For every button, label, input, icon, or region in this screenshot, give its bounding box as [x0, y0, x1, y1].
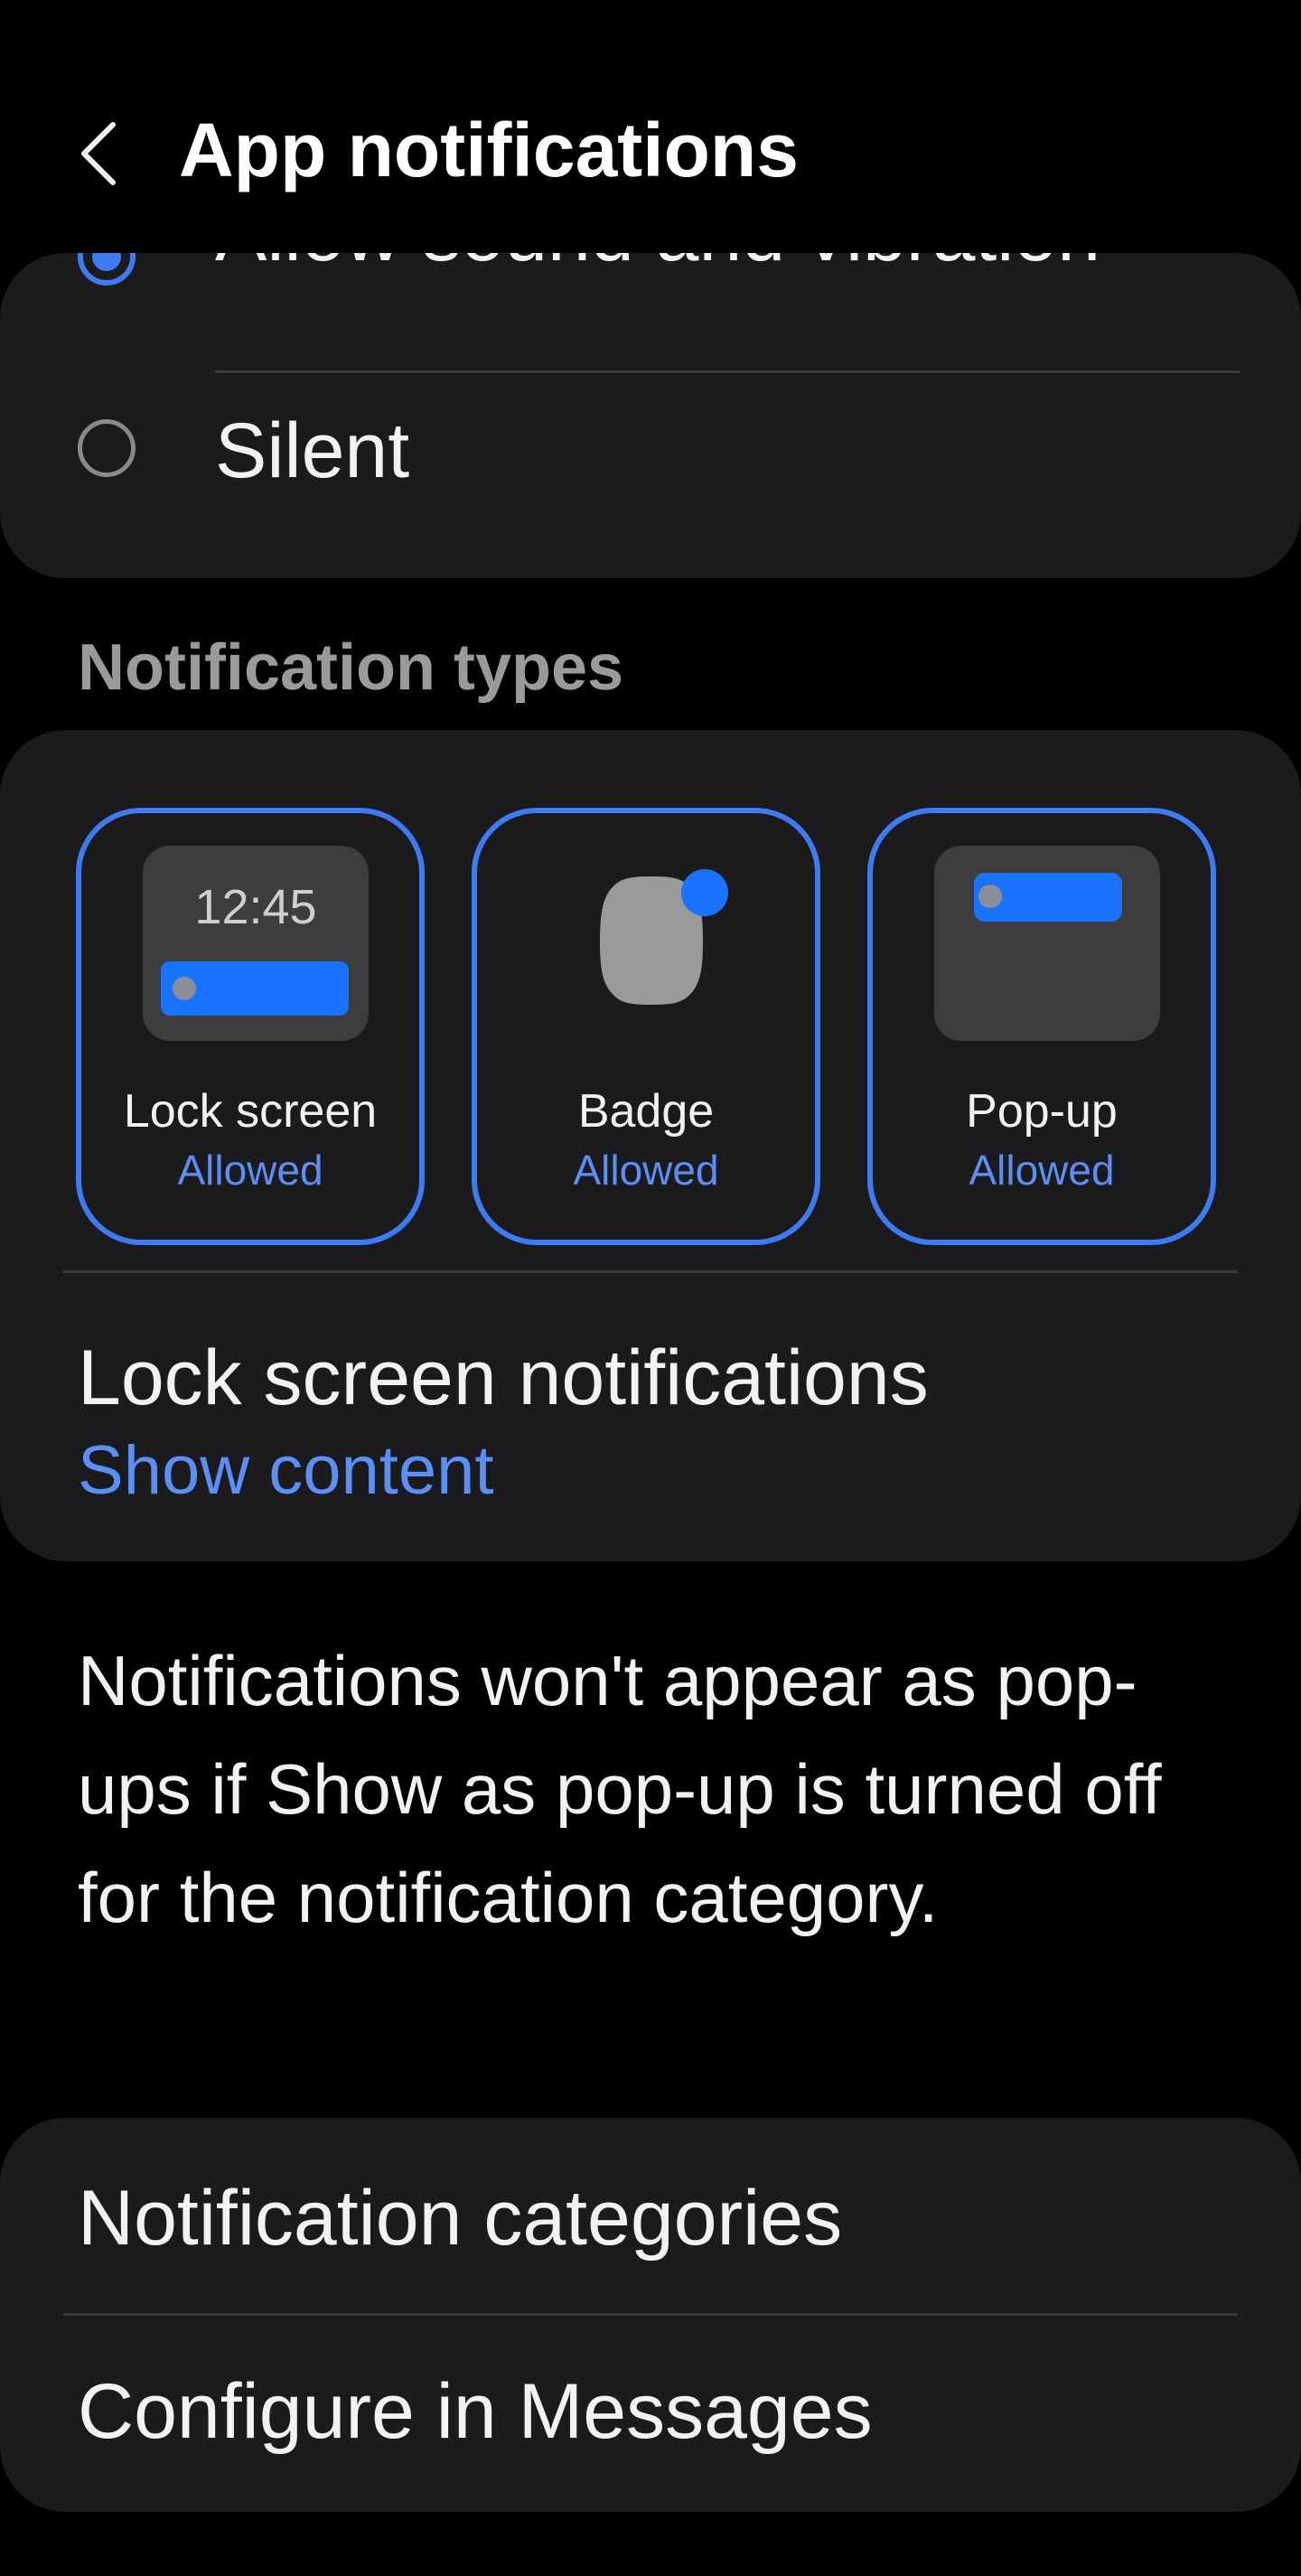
- tile-badge-status: Allowed: [573, 1147, 719, 1194]
- chevron-left-icon: [81, 122, 116, 185]
- lock-screen-notifications-value: Show content: [78, 1432, 494, 1509]
- illustration-clock: 12:45: [194, 880, 316, 934]
- pop-up-illustration-icon: [934, 846, 1160, 1041]
- silent-label: Silent: [215, 407, 410, 494]
- lock-screen-notifications-title: Lock screen notifications: [78, 1335, 929, 1421]
- notification-categories-row[interactable]: Notification categories: [0, 2118, 1301, 2313]
- tile-lock-screen-title: Lock screen: [123, 1085, 378, 1138]
- notification-types-card: 12:45 Lock screen Allowed Badge Allowed …: [0, 730, 1301, 1561]
- app-bar: App notifications: [0, 0, 1301, 253]
- back-button[interactable]: [61, 108, 134, 199]
- page-title: App notifications: [179, 108, 799, 192]
- configure-in-messages-label: Configure in Messages: [78, 2368, 873, 2455]
- divider: [63, 2313, 1238, 2316]
- lock-screen-illustration-icon: 12:45: [143, 846, 369, 1041]
- silent-option[interactable]: Silent: [0, 374, 1301, 555]
- configure-in-messages-row[interactable]: Configure in Messages: [0, 2317, 1301, 2512]
- notification-categories-label: Notification categories: [78, 2175, 843, 2262]
- sound-options-card: Allow sound and vibration Silent: [0, 191, 1301, 578]
- tile-lock-screen[interactable]: 12:45 Lock screen Allowed: [76, 808, 425, 1245]
- info-text: Notifications won't appear as pop-ups if…: [78, 1641, 1162, 1937]
- divider: [215, 370, 1240, 373]
- tile-lock-screen-status: Allowed: [177, 1147, 323, 1194]
- radio-unselected-icon[interactable]: [78, 419, 136, 477]
- section-header-notification-types: Notification types: [78, 632, 624, 704]
- lock-screen-notifications-row[interactable]: Lock screen notifications Show content: [0, 1272, 1301, 1543]
- tile-badge[interactable]: Badge Allowed: [472, 808, 820, 1245]
- more-settings-card: Notification categories Configure in Mes…: [0, 2118, 1301, 2512]
- badge-illustration-icon: [600, 869, 728, 1005]
- tile-badge-title: Badge: [577, 1085, 715, 1138]
- tile-pop-up-title: Pop-up: [966, 1085, 1118, 1138]
- tile-pop-up-status: Allowed: [969, 1147, 1115, 1194]
- tile-pop-up[interactable]: Pop-up Allowed: [867, 808, 1216, 1245]
